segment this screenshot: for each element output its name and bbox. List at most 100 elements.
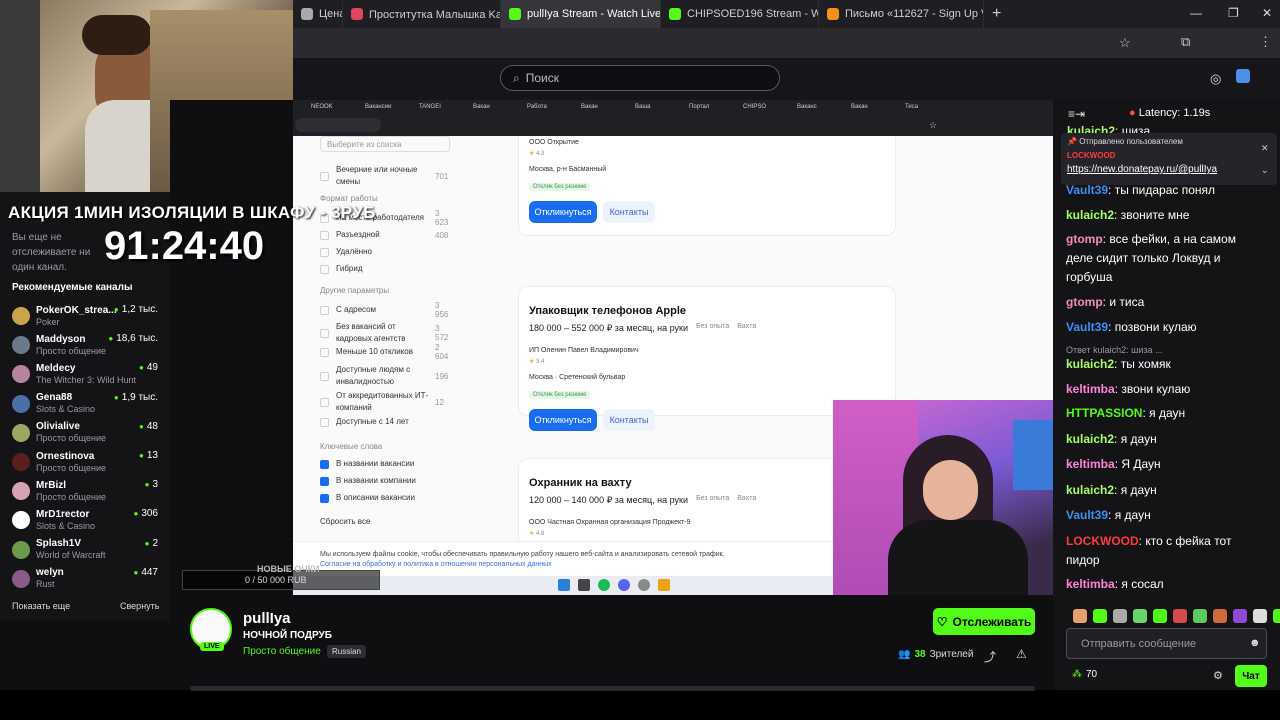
chat-username[interactable]: keltimba [1066,577,1115,591]
chat-message: kulaich2: я даун [1066,483,1157,497]
filter-option: Вечерние или ночные смены 701 [320,164,455,188]
chat-input[interactable]: Отправить сообщение ☻ [1066,628,1267,659]
follow-notice: Вы еще не отслеживаете ни один канал. [12,232,91,273]
recommended-channel[interactable]: MeldecyThe Witcher 3: Wild Hunt49 [12,360,162,388]
recommended-channel[interactable]: OrnestinovaПросто общение 13 [12,448,162,476]
goal-bar: НОВЫЕ ОЧКИ 0 / 50 000 RUB [182,564,380,590]
chat-username[interactable]: kulaich2 [1066,483,1114,497]
chat-username[interactable]: keltimba [1066,457,1115,471]
job-company: ООО Частная Охранная организация Проджек… [529,519,691,526]
chat-text: ты хомяк [1120,357,1171,371]
category-link[interactable]: Просто общение [243,646,321,657]
job-location: Москва · Сретенский бульвар [529,374,626,381]
job-salary: 180 000 – 552 000 ₽ за месяц, на руки Без… [529,323,757,333]
chat-username[interactable]: kulaich2 [1066,357,1114,371]
unpin-icon[interactable]: ✕ [1261,143,1269,154]
chat-settings-icon[interactable]: ⚙ [1213,669,1223,682]
channel-category: Просто общение [36,433,106,444]
chat-username[interactable]: keltimba [1066,382,1115,396]
filter-option: Меньше 10 откликов 2 604 [320,343,455,361]
chat-username[interactable]: gtomp [1066,295,1103,309]
pinned-message[interactable]: 📌 Отправлено пользователем LOCKWOOD http… [1061,133,1277,185]
channel-viewers: 18,6 тыс. [108,333,158,344]
chat-username[interactable]: Vault39 [1066,183,1108,197]
language-tag[interactable]: Russian [327,645,366,658]
collapse-chat-icon[interactable]: ≡⇥ [1068,107,1085,121]
recommended-channel[interactable]: MrBizlПросто общение 3 [12,477,162,505]
chat-username[interactable]: LOCKWOOD [1066,534,1139,548]
filter-option: Удалённо [320,246,455,258]
apply-button: Откликнуться [529,409,597,431]
menu-icon[interactable]: ⋮ [1259,34,1272,50]
shared-tab: Вакан [851,104,868,110]
browser-tab[interactable]: pullIya Stream - Watch Live✕ [501,0,661,28]
channel-points[interactable]: ⁂ 70 [1072,669,1097,680]
filter-option: Гибрид [320,263,455,275]
maximize-icon[interactable]: ❐ [1228,6,1239,20]
chat-username[interactable]: Vault39 [1066,508,1108,522]
cookie-link: Согласие на обработку и политика в отнош… [320,561,552,568]
checkbox-icon [320,230,329,240]
job-title: Охранник на вахту [529,477,632,489]
chat-username[interactable]: Vault39 [1066,320,1108,334]
chat-text: позвони кулаю [1114,320,1197,334]
browser-tab[interactable]: Письмо «112627 - Sign Up Ve✕ [819,0,984,28]
checkbox-icon [320,328,329,338]
bookmark-star-icon[interactable]: ☆ [1119,35,1131,51]
bottom-bar [0,686,1280,720]
chat-message: LOCKWOOD: кто с фейка тот пидор [1066,534,1232,567]
chat-message: kulaich2: ты хомяк [1066,357,1171,371]
show-more-button[interactable]: Показать еще [12,601,70,611]
search-input[interactable]: ⌕ Поиск [500,65,780,91]
report-icon[interactable]: ⚠ [1016,647,1027,661]
recommended-channel[interactable]: PokerOK_strea...Poker 1,2 тыс. [12,302,162,330]
follow-button[interactable]: ♡ Отслеживать [933,608,1035,635]
minimize-icon[interactable]: — [1190,6,1202,20]
recommended-channel[interactable]: OlivialiveПросто общение 48 [12,419,162,447]
filter-section-title: Ключевые слова [320,442,383,451]
user-avatar-icon[interactable] [1236,69,1250,83]
emote-bar[interactable] [1073,609,1280,623]
emoji-icon[interactable]: ☻ [1249,637,1261,649]
channel-avatar-icon [12,365,30,384]
channel-viewers: 447 [133,567,158,578]
guest-face [923,460,978,520]
browser-tab[interactable]: Проститутка Малышка Kate😊✕ [343,0,501,28]
new-tab-button[interactable]: + [984,0,1009,28]
notifications-icon[interactable]: ◎ [1210,71,1221,87]
recommended-channel[interactable]: Gena88Slots & Casino 1,9 тыс. [12,390,162,418]
checkbox-icon [320,493,329,503]
job-card: Упаковщик телефонов Apple 180 000 – 552 0… [518,286,896,431]
checkbox-icon [320,171,329,181]
chat-text: и тиса [1109,295,1145,309]
chevron-down-icon[interactable]: ⌄ [1261,165,1269,176]
chat-text: я даун [1114,508,1151,522]
channel-category: Poker [36,316,60,327]
recommended-channel[interactable]: MrD1rectorSlots & Casino 306 [12,506,162,534]
tab-label: Письмо «112627 - Sign Up Ve [845,8,984,20]
heart-icon: ♡ [936,614,948,629]
close-window-icon[interactable]: ✕ [1262,6,1272,20]
horizontal-scrollbar[interactable] [190,686,1035,691]
channel-category: Slots & Casino [36,520,96,531]
channel-name[interactable]: pullIya [243,610,291,627]
browser-tab[interactable]: CHIPSOED196 Stream - Watch✕ [661,0,819,28]
share-icon[interactable]: ⤴ [984,648,996,665]
chat-username[interactable]: kulaich2 [1066,432,1114,446]
recommended-channel[interactable]: welynRust 447 [12,565,162,593]
guest-webcam [833,400,1053,595]
recommended-channel[interactable]: Splash1VWorld of Warcraft 2 [12,536,162,564]
chat-username[interactable]: kulaich2 [1066,208,1114,222]
pinned-link[interactable]: https://new.donatepay.ru/@pullIya [1067,164,1217,175]
send-chat-button[interactable]: Чат [1235,665,1267,687]
chat-username[interactable]: gtomp [1066,232,1103,246]
channel-avatar-icon [12,569,30,588]
job-rating: ★ 4.8 [529,531,545,537]
channel-viewers: 3 [145,479,158,490]
browser-tab[interactable]: Цена✕ [293,0,343,28]
recommended-channel[interactable]: MaddysonПросто общение18,6 тыс. [12,331,162,359]
chat-username[interactable]: HTTPASSION [1066,406,1142,420]
collapse-button[interactable]: Свернуть [120,601,159,611]
extensions-icon[interactable]: ⧉ [1181,34,1190,50]
channel-category: Просто общение [36,345,106,356]
